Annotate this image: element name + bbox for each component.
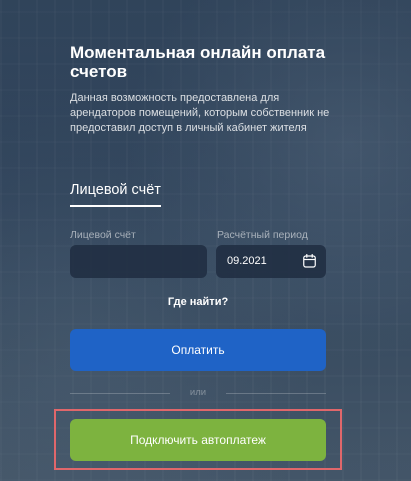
calendar-icon[interactable]	[303, 254, 316, 268]
connect-autopay-button[interactable]: Подключить автоплатеж	[70, 419, 326, 461]
period-field[interactable]: 09.2021	[216, 245, 326, 278]
or-divider: или	[70, 386, 326, 400]
tab-account[interactable]: Лицевой счёт	[70, 182, 161, 207]
account-input[interactable]	[70, 245, 207, 278]
account-field[interactable]	[70, 245, 207, 278]
page-title: Моментальная онлайн оплата счетов	[70, 43, 326, 81]
period-label: Расчётный период	[217, 229, 308, 241]
divider-line-right	[226, 393, 326, 394]
period-value: 09.2021	[227, 255, 267, 267]
account-label: Лицевой счёт	[70, 229, 136, 241]
page-description: Данная возможность предоставлена для аре…	[70, 92, 330, 134]
where-to-find-link[interactable]: Где найти?	[70, 296, 326, 308]
pay-button[interactable]: Оплатить	[70, 329, 326, 371]
